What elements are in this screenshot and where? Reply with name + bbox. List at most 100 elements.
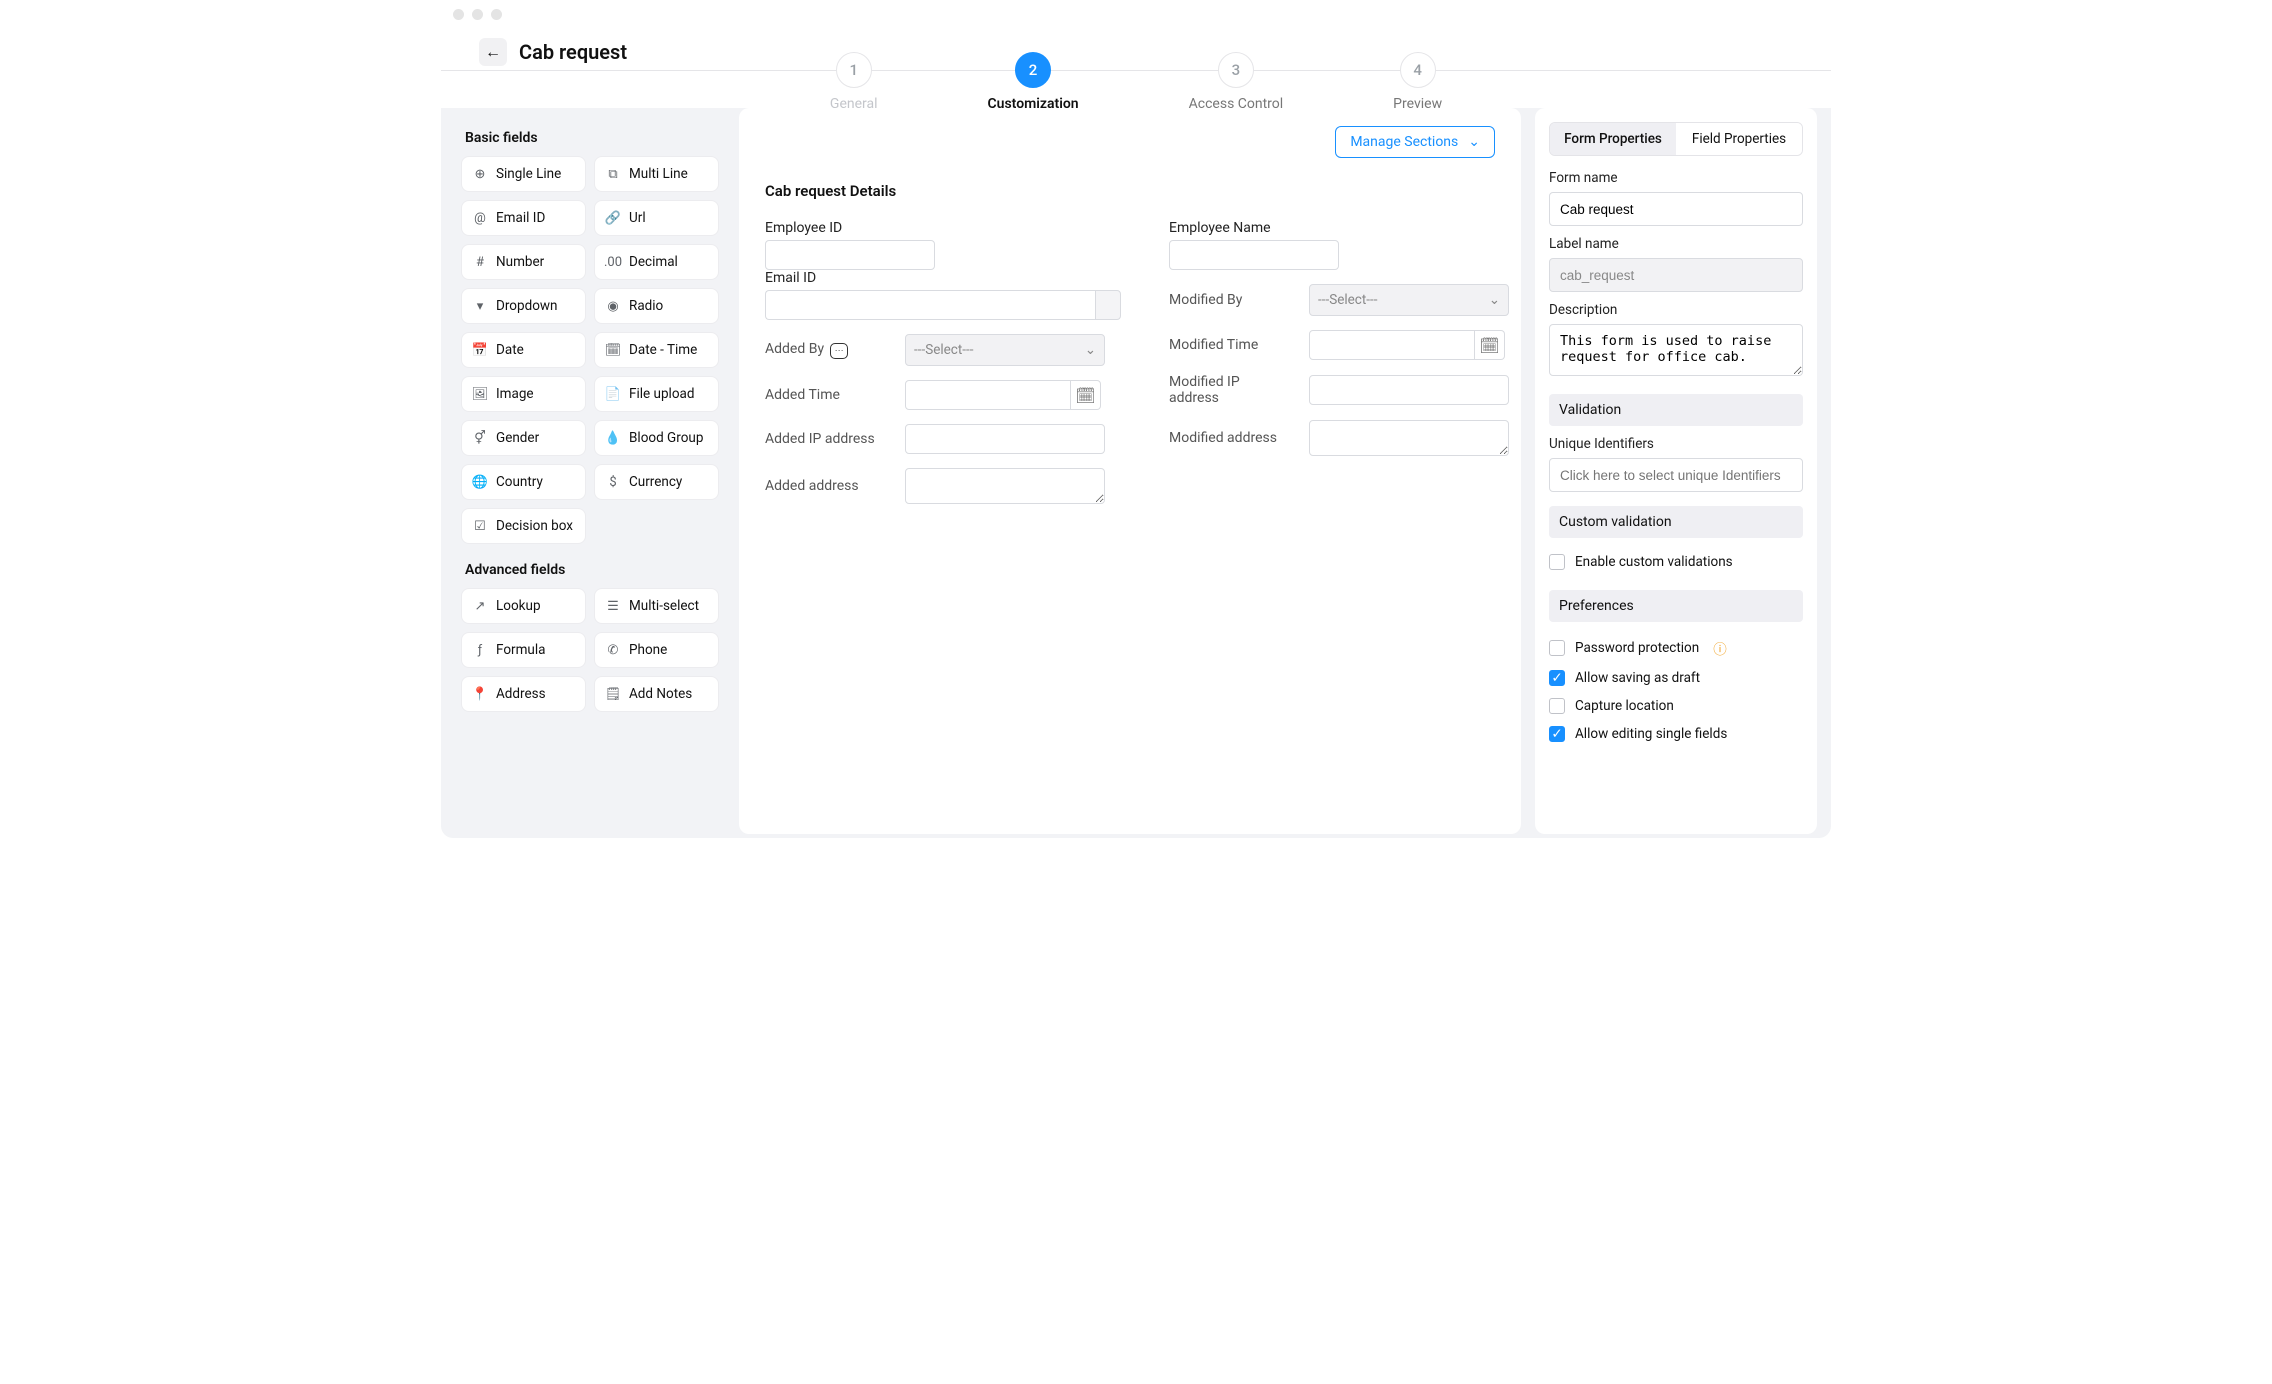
form-name-input[interactable] (1549, 192, 1803, 226)
modified-time-label: Modified Time (1169, 337, 1289, 353)
field-chip-decimal[interactable]: .00Decimal (594, 244, 719, 280)
pref-capture-location[interactable]: Capture location (1549, 692, 1803, 720)
description-input[interactable]: This form is used to raise request for o… (1549, 324, 1803, 376)
employee-id-label: Employee ID (765, 220, 1121, 236)
pref-allow-draft[interactable]: ✓ Allow saving as draft (1549, 664, 1803, 692)
field-chip-label: Radio (629, 298, 663, 314)
field-chip-address[interactable]: 📍Address (461, 676, 586, 712)
allow-edit-single-label: Allow editing single fields (1575, 726, 1727, 742)
field-chip-number[interactable]: #Number (461, 244, 586, 280)
field-chip-url[interactable]: 🔗Url (594, 200, 719, 236)
step-preview[interactable]: 4Preview (1393, 52, 1442, 112)
field-chip-add-notes[interactable]: 🗒Add Notes (594, 676, 719, 712)
field-chip-label: Decimal (629, 254, 678, 270)
form-section-title: Cab request Details (765, 182, 1495, 200)
field-employee-id: Employee ID (765, 220, 1121, 270)
allow-edit-single-checkbox[interactable]: ✓ (1549, 726, 1565, 742)
unique-identifiers-input[interactable] (1549, 458, 1803, 492)
multiselect-icon: ☰ (605, 598, 621, 614)
form-right-column: Employee NameModified By---Select---⌄Mod… (1169, 220, 1509, 504)
datetime-icon: 🗓 (605, 342, 621, 358)
field-chip-label: Date (496, 342, 524, 358)
calendar-icon[interactable]: 🗓 (1475, 330, 1505, 360)
modified-address-input[interactable] (1309, 420, 1509, 456)
traffic-light-close[interactable] (453, 9, 464, 20)
field-chip-multi-select[interactable]: ☰ Multi-select (594, 588, 719, 624)
added-time-input[interactable] (905, 380, 1071, 410)
field-chip-dropdown[interactable]: ▾Dropdown (461, 288, 586, 324)
allow-draft-label: Allow saving as draft (1575, 670, 1700, 686)
added-by-placeholder: ---Select--- (914, 342, 973, 358)
main-area: Basic fields ⊕Single Line⧉Multi Line@Ema… (441, 108, 1831, 838)
email-id-input[interactable] (765, 290, 1095, 320)
step-general[interactable]: 1General (830, 52, 878, 112)
enable-custom-validations-checkbox[interactable] (1549, 554, 1565, 570)
step-label: Access Control (1189, 96, 1284, 112)
modified-ip-input[interactable] (1309, 375, 1509, 405)
modified-time-input[interactable] (1309, 330, 1475, 360)
field-chip-formula[interactable]: ƒ Formula (461, 632, 586, 668)
advanced-fields-grid: ↗Lookup ☰ Multi-select ƒ Formula ✆Phone📍Addre… (461, 588, 719, 712)
field-chip-email-id[interactable]: @ Email ID (461, 200, 586, 236)
app-window: ← Cab request 1General2Customization3Acc… (441, 0, 1831, 838)
modified-by-select[interactable]: ---Select---⌄ (1309, 284, 1509, 316)
field-chip-lookup[interactable]: ↗Lookup (461, 588, 586, 624)
field-chip-label: Formula (496, 642, 546, 658)
field-chip-label: Country (496, 474, 543, 490)
field-chip-image[interactable]: 🖼Image (461, 376, 586, 412)
multi-line-icon: ⧉ (605, 166, 621, 182)
field-chip-phone[interactable]: ✆Phone (594, 632, 719, 668)
field-modified-time: Modified Time 🗓 (1169, 330, 1509, 360)
image-icon: 🖼 (472, 386, 488, 402)
manage-sections-button[interactable]: Manage Sections ⌄ (1335, 126, 1495, 158)
pref-password-protection[interactable]: Password protectionⓘ (1549, 632, 1803, 664)
field-chip-currency[interactable]: $Currency (594, 464, 719, 500)
tab-field-properties[interactable]: Field Properties (1676, 123, 1802, 155)
added-ip-input[interactable] (905, 424, 1105, 454)
added-time-label: Added Time (765, 387, 885, 403)
email-id-addon[interactable] (1095, 290, 1121, 320)
traffic-light-min[interactable] (472, 9, 483, 20)
allow-draft-checkbox[interactable]: ✓ (1549, 670, 1565, 686)
field-chip-date-time[interactable]: 🗓Date - Time (594, 332, 719, 368)
email-icon: @ (472, 210, 488, 226)
field-chip-label: File upload (629, 386, 695, 402)
field-chip-single-line[interactable]: ⊕Single Line (461, 156, 586, 192)
chevron-down-icon: ⌄ (1468, 134, 1480, 150)
gender-icon: ⚥ (472, 430, 488, 446)
step-access-control[interactable]: 3Access Control (1189, 52, 1284, 112)
field-chip-multi-line[interactable]: ⧉Multi Line (594, 156, 719, 192)
employee-name-input[interactable] (1169, 240, 1339, 270)
field-chip-decision-box[interactable]: ☑Decision box (461, 508, 586, 544)
pref-allow-edit-single[interactable]: ✓ Allow editing single fields (1549, 720, 1803, 748)
added-by-select[interactable]: ---Select---⌄ (905, 334, 1105, 366)
single-line-icon: ⊕ (472, 166, 488, 182)
tab-form-properties[interactable]: Form Properties (1550, 123, 1676, 155)
field-chip-country[interactable]: 🌐 Country (461, 464, 586, 500)
field-chip-label: Multi-select (629, 598, 699, 614)
currency-icon: $ (605, 474, 621, 490)
field-chip-gender[interactable]: ⚥Gender (461, 420, 586, 456)
capture-location-checkbox[interactable] (1549, 698, 1565, 714)
url-icon: 🔗 (605, 210, 621, 226)
calendar-icon[interactable]: 🗓 (1071, 380, 1101, 410)
field-chip-label: Email ID (496, 210, 545, 226)
formula-icon: ƒ (472, 642, 488, 658)
stepper-items: 1General 2Customization 3Access Control 4Pr… (441, 52, 1831, 112)
employee-name-label: Employee Name (1169, 220, 1509, 236)
field-chip-file-upload[interactable]: 📄File upload (594, 376, 719, 412)
field-chip-blood-group[interactable]: 💧Blood Group (594, 420, 719, 456)
field-added-by: Added By⋯---Select---⌄ (765, 334, 1121, 366)
enable-custom-validations-row[interactable]: Enable custom validations (1549, 548, 1803, 576)
basic-fields-grid: ⊕Single Line⧉Multi Line @ Email ID 🔗Url#Num… (461, 156, 719, 544)
step-customization[interactable]: 2Customization (988, 52, 1079, 112)
traffic-light-max[interactable] (491, 9, 502, 20)
unique-identifiers-label: Unique Identifiers (1549, 436, 1803, 452)
field-chip-radio[interactable]: ◉Radio (594, 288, 719, 324)
employee-id-input[interactable] (765, 240, 935, 270)
email-id-label: Email ID (765, 270, 1121, 286)
password-protection-checkbox[interactable] (1549, 640, 1565, 656)
added-address-input[interactable] (905, 468, 1105, 504)
field-chip-date[interactable]: 📅Date (461, 332, 586, 368)
country-icon: 🌐 (472, 474, 488, 490)
